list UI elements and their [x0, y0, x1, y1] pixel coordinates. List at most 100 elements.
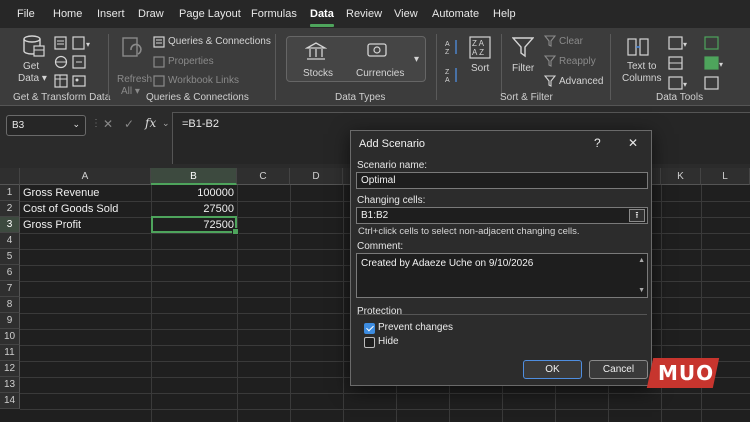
prevent-changes-checkbox[interactable] [364, 323, 375, 334]
manage-data-model-icon[interactable] [704, 76, 720, 90]
svg-text:Z A: Z A [472, 39, 485, 48]
reapply-button[interactable]: Reapply [559, 56, 596, 67]
scroll-down-icon[interactable]: ▼ [638, 287, 645, 294]
divider [108, 34, 109, 100]
column-header[interactable]: K [661, 168, 701, 185]
properties-button[interactable]: Properties [168, 56, 214, 67]
row-header[interactable]: 4 [0, 233, 20, 249]
get-data-button[interactable]: Data ▾ [18, 73, 47, 84]
tab-help[interactable]: Help [493, 8, 516, 20]
cancel-button[interactable]: Cancel [589, 360, 648, 379]
row-header[interactable]: 8 [0, 297, 20, 313]
get-data-label-1[interactable]: Get [23, 61, 39, 72]
formula-bar-handle[interactable]: ⋮ [91, 118, 101, 129]
prevent-changes-label[interactable]: Prevent changes [378, 322, 453, 333]
advanced-filter-icon [544, 75, 556, 87]
column-header[interactable]: A [20, 168, 151, 185]
data-validation-icon[interactable]: ▾ [668, 76, 690, 90]
text-to-columns-label-1[interactable]: Text to [627, 61, 656, 72]
row-header[interactable]: 14 [0, 393, 20, 409]
cell-a3[interactable]: Gross Profit [23, 217, 81, 233]
tab-home[interactable]: Home [53, 8, 82, 20]
insert-function-icon[interactable]: fx [145, 116, 156, 130]
tab-insert[interactable]: Insert [97, 8, 125, 20]
stocks-button[interactable]: Stocks [303, 68, 333, 79]
relationships-icon[interactable]: ▾ [704, 56, 726, 70]
formula-text[interactable]: =B1-B2 [182, 118, 219, 130]
tab-draw[interactable]: Draw [138, 8, 164, 20]
reapply-icon [544, 55, 556, 67]
scenario-name-label: Scenario name: [357, 160, 428, 171]
tab-file[interactable]: File [17, 8, 35, 20]
from-picture-icon[interactable] [72, 74, 86, 88]
flash-fill-icon[interactable]: ▾ [668, 36, 690, 50]
tab-page-layout[interactable]: Page Layout [179, 8, 241, 20]
ok-button[interactable]: OK [523, 360, 582, 379]
from-web-icon[interactable] [54, 55, 68, 69]
cell-b2[interactable]: 27500 [151, 201, 237, 217]
cell-a2[interactable]: Cost of Goods Sold [23, 201, 118, 217]
refresh-all-label-1[interactable]: Refresh [117, 74, 152, 85]
cell-b1[interactable]: 100000 [151, 185, 237, 201]
scroll-up-icon[interactable]: ▲ [638, 257, 645, 264]
sort-icon: Z AA Z [469, 36, 491, 59]
currencies-button[interactable]: Currencies [356, 68, 404, 79]
column-header[interactable]: B [151, 168, 237, 185]
chevron-down-icon[interactable]: ⌄ [72, 119, 80, 130]
row-header[interactable]: 3 [0, 217, 20, 233]
hide-label[interactable]: Hide [378, 336, 399, 347]
close-button[interactable]: ✕ [628, 136, 638, 150]
remove-duplicates-icon[interactable] [668, 56, 690, 70]
advanced-button[interactable]: Advanced [559, 76, 603, 87]
filter-button[interactable]: Filter [512, 63, 534, 74]
from-text-icon[interactable] [54, 36, 68, 50]
row-header[interactable]: 9 [0, 313, 20, 329]
cancel-icon[interactable]: ✕ [103, 117, 113, 131]
row-header[interactable]: 1 [0, 185, 20, 201]
clear-button[interactable]: Clear [559, 36, 583, 47]
enter-icon[interactable]: ✓ [124, 117, 134, 131]
row-header[interactable]: 7 [0, 281, 20, 297]
data-types-more-icon[interactable]: ▾ [414, 54, 419, 65]
row-header[interactable]: 5 [0, 249, 20, 265]
row-header[interactable]: 13 [0, 377, 20, 393]
select-all-corner[interactable] [0, 168, 20, 185]
tab-automate[interactable]: Automate [432, 8, 479, 20]
sort-z-a-icon[interactable]: ZA [444, 66, 460, 84]
row-header[interactable]: 11 [0, 345, 20, 361]
changing-cells-input[interactable]: B1:B2 [356, 207, 648, 224]
sort-a-z-icon[interactable]: AZ [444, 38, 460, 56]
row-header[interactable]: 2 [0, 201, 20, 217]
column-header[interactable]: C [237, 168, 290, 185]
column-header[interactable]: L [701, 168, 750, 185]
scenario-name-input[interactable]: Optimal [356, 172, 648, 189]
tab-formulas[interactable]: Formulas [251, 8, 297, 20]
column-header[interactable]: D [290, 168, 343, 185]
text-to-columns-button[interactable]: Columns [622, 73, 661, 84]
refresh-all-button[interactable]: All ▾ [121, 86, 140, 97]
help-button[interactable]: ? [594, 136, 601, 150]
sort-button[interactable]: Sort [471, 63, 489, 74]
recent-sources-icon[interactable]: ▾ [72, 36, 94, 50]
queries-connections-button[interactable]: Queries & Connections [168, 36, 271, 47]
tab-view[interactable]: View [394, 8, 418, 20]
svg-text:A: A [445, 77, 450, 84]
properties-icon [153, 56, 165, 68]
hide-checkbox[interactable] [364, 337, 375, 348]
consolidate-icon[interactable] [704, 36, 720, 50]
name-box[interactable]: B3 ⌄ [6, 115, 86, 136]
chevron-down-icon[interactable]: ⌄ [162, 118, 170, 129]
comment-textarea[interactable]: Created by Adaeze Uche on 9/10/2026 ▲ ▼ [356, 253, 648, 298]
svg-text:▾: ▾ [719, 60, 723, 69]
row-header[interactable]: 10 [0, 329, 20, 345]
workbook-links-button[interactable]: Workbook Links [168, 75, 239, 86]
tab-review[interactable]: Review [346, 8, 382, 20]
collapse-dialog-icon[interactable]: ⭱ [629, 209, 645, 222]
cell-a1[interactable]: Gross Revenue [23, 185, 99, 201]
from-table-icon[interactable] [54, 74, 68, 88]
database-icon [23, 35, 45, 57]
tab-data[interactable]: Data [310, 8, 334, 27]
existing-connections-icon[interactable] [72, 55, 86, 69]
row-header[interactable]: 12 [0, 361, 20, 377]
row-header[interactable]: 6 [0, 265, 20, 281]
